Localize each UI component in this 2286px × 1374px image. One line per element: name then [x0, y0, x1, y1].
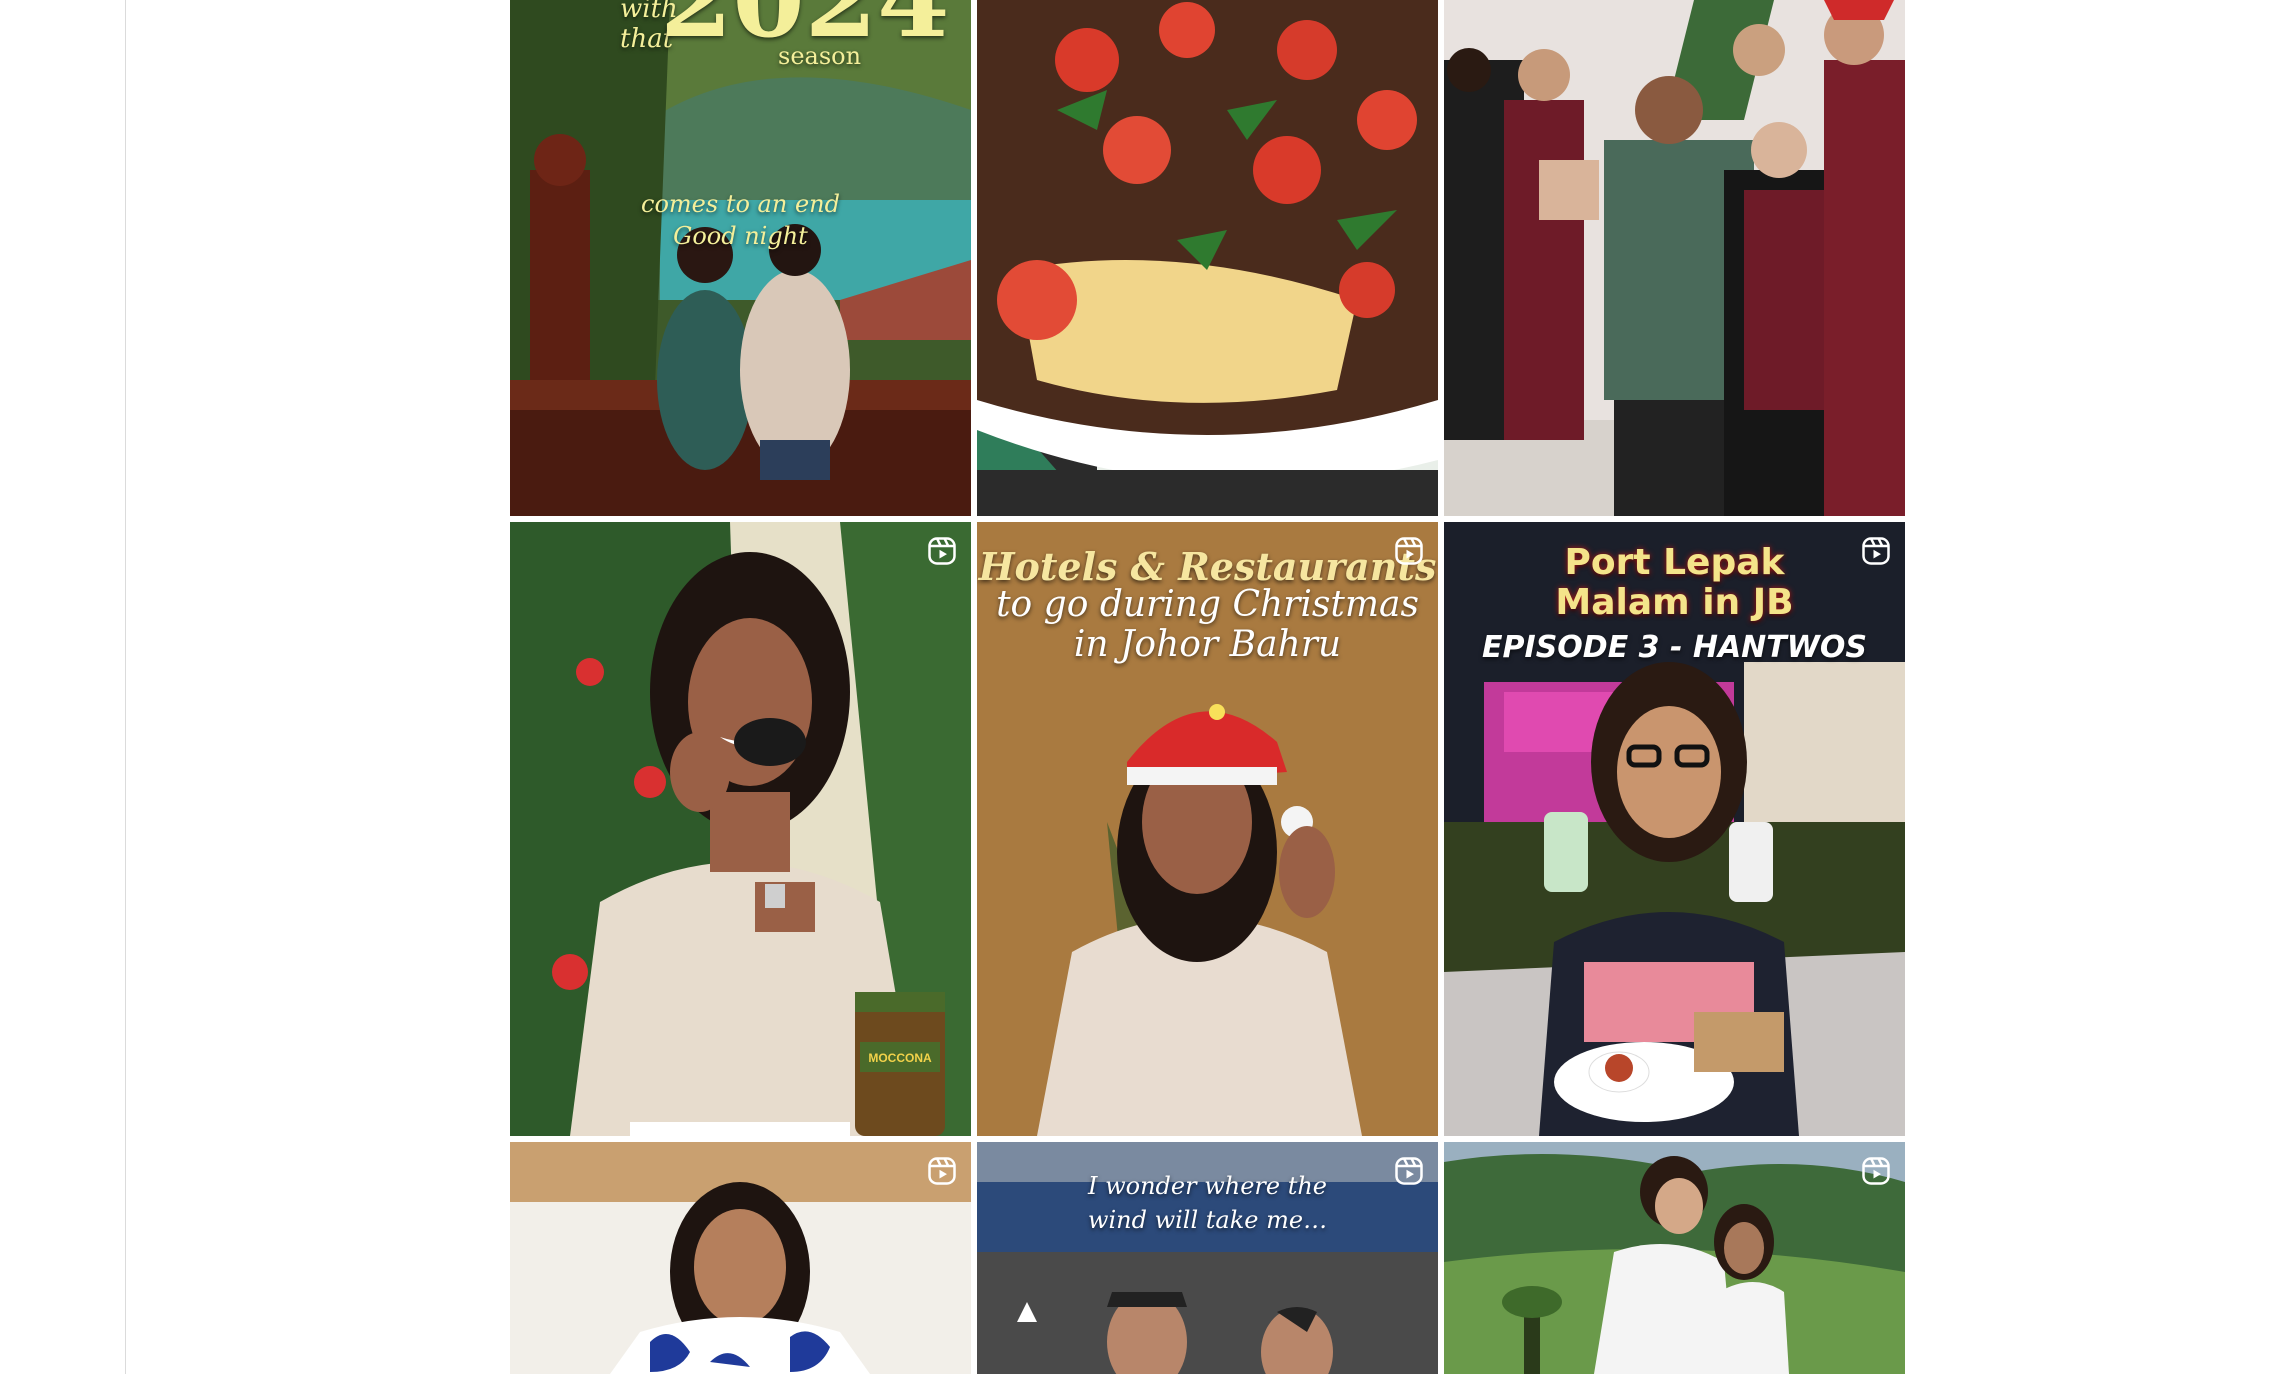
grid-tile[interactable]: [1444, 0, 1905, 516]
grid-tile[interactable]: [510, 1142, 971, 1374]
grid-tile[interactable]: [977, 0, 1438, 516]
grid-tile[interactable]: Hotels & Restaurants to go during Christ…: [977, 522, 1438, 1136]
post-photo: [1444, 1142, 1905, 1374]
caption-good-night: Good night: [673, 222, 808, 250]
left-sidebar: [0, 0, 126, 1374]
post-photo: [510, 1142, 971, 1374]
post-photo: [510, 0, 971, 516]
reel-title-line-3: EPISODE 3 - HANTWOS: [1482, 630, 1867, 665]
grid-tile[interactable]: with that 2024 season comes to an end Go…: [510, 0, 971, 516]
reels-icon: [927, 1156, 957, 1186]
reel-title-line-1: Port Lepak: [1564, 542, 1785, 583]
caption-season: season: [778, 42, 862, 70]
product-label: MOCCONA: [868, 1051, 932, 1065]
caption-comes-to-end: comes to an end: [641, 190, 840, 218]
reels-icon: [1394, 1156, 1424, 1186]
grid-tile[interactable]: I wonder where the wind will take me…: [977, 1142, 1438, 1374]
post-photo: [1444, 0, 1905, 516]
reel-title-line-2: to go during Christmas: [996, 584, 1419, 625]
grid-tile[interactable]: MOCCONA: [510, 522, 971, 1136]
reel-title-line-2: Malam in JB: [1555, 582, 1794, 623]
reel-title-line-1: Hotels & Restaurants: [978, 544, 1437, 589]
reels-icon: [927, 536, 957, 566]
reels-icon: [1394, 536, 1424, 566]
reel-title-line-3: in Johor Bahru: [1073, 624, 1342, 665]
reel-caption-line-2: wind will take me…: [1087, 1206, 1328, 1234]
grid-tile[interactable]: [1444, 1142, 1905, 1374]
reels-icon: [1861, 1156, 1891, 1186]
grid-tile[interactable]: Port Lepak Malam in JB EPISODE 3 - HANTW…: [1444, 522, 1905, 1136]
post-photo: [977, 0, 1438, 516]
reel-caption-line-1: I wonder where the: [1087, 1172, 1328, 1200]
reels-icon: [1861, 536, 1891, 566]
post-photo: MOCCONA: [510, 522, 971, 1136]
posts-grid: with that 2024 season comes to an end Go…: [510, 0, 1906, 1374]
